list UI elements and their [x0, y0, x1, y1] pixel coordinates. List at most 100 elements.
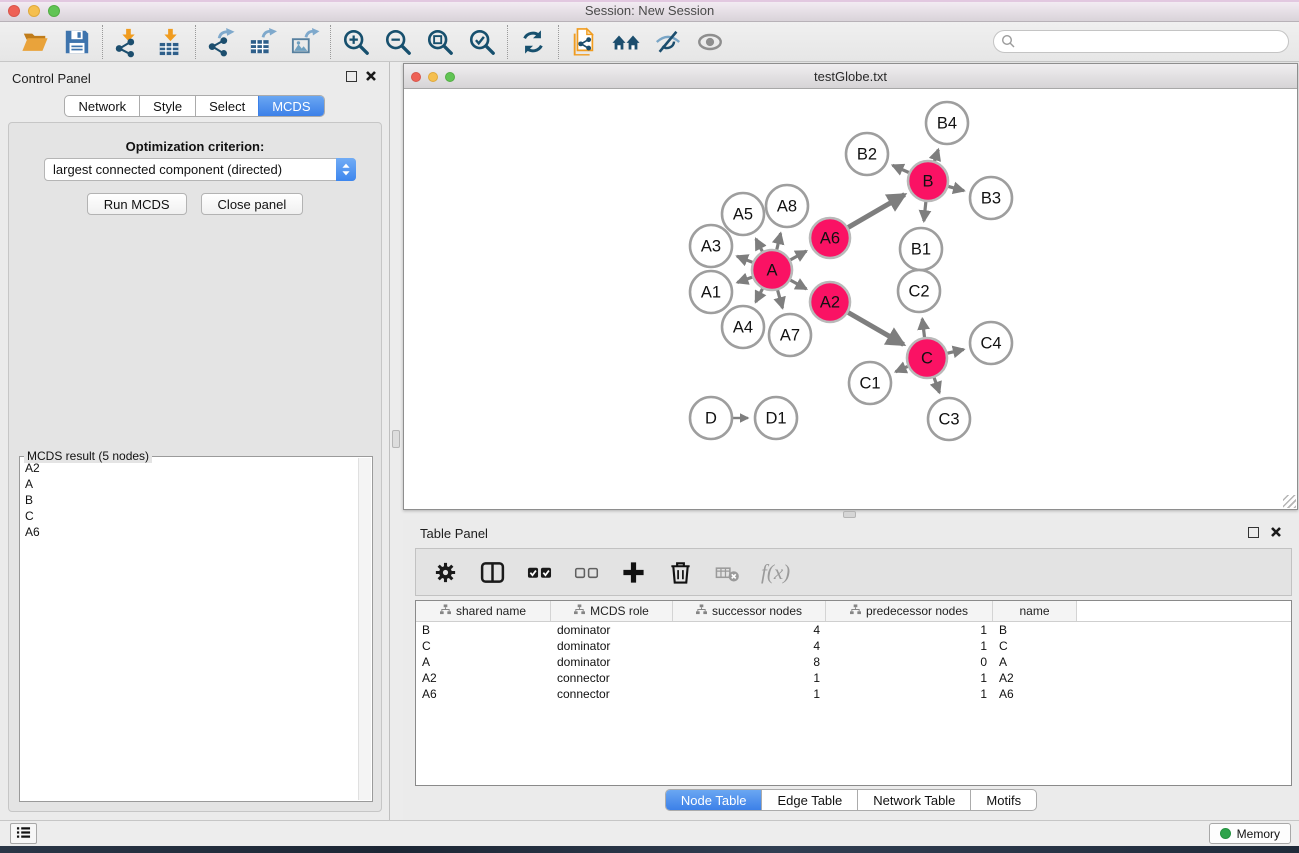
table-float-panel-icon[interactable]	[1248, 527, 1259, 538]
table-cell[interactable]: A	[993, 655, 1077, 669]
node-B[interactable]: B	[908, 161, 948, 201]
tab-node-table[interactable]: Node Table	[666, 790, 762, 810]
node-A6[interactable]: A6	[810, 218, 850, 258]
table-cell[interactable]: dominator	[551, 655, 673, 669]
edge-B-B2[interactable]	[893, 165, 909, 172]
table-close-panel-icon[interactable]	[1270, 526, 1282, 538]
hide-details-icon[interactable]	[653, 27, 683, 57]
show-details-icon[interactable]	[695, 27, 725, 57]
memory-button[interactable]: Memory	[1209, 823, 1291, 844]
node-C4[interactable]: C4	[970, 322, 1012, 364]
export-network-icon[interactable]	[206, 27, 236, 57]
edge-C-C4[interactable]	[947, 349, 963, 353]
node-B4[interactable]: B4	[926, 102, 968, 144]
edge-A-A3[interactable]	[737, 256, 752, 262]
node-A8[interactable]: A8	[766, 185, 808, 227]
table-row[interactable]: Cdominator41C	[416, 638, 1291, 654]
table-row[interactable]: A2connector11A2	[416, 670, 1291, 686]
result-item[interactable]: C	[21, 508, 357, 524]
table-cell[interactable]: 0	[826, 655, 993, 669]
edge-A-A1[interactable]	[737, 277, 752, 282]
edge-C-C2[interactable]	[922, 319, 924, 337]
edge-A-A2[interactable]	[790, 280, 806, 289]
tab-style[interactable]: Style	[139, 96, 195, 116]
node-C3[interactable]: C3	[928, 398, 970, 440]
table-cell[interactable]: C	[993, 639, 1077, 653]
table-cell[interactable]: 4	[673, 623, 826, 637]
table-cell[interactable]: A6	[993, 687, 1077, 701]
network-canvas[interactable]: AA1A2A3A4A5A6A7A8BB1B2B3B4CC1C2C3C4DD1	[404, 89, 1297, 509]
node-A1[interactable]: A1	[690, 271, 732, 313]
table-cell[interactable]: C	[416, 639, 551, 653]
table-row[interactable]: Bdominator41B	[416, 622, 1291, 638]
node-D[interactable]: D	[690, 397, 732, 439]
node-C2[interactable]: C2	[898, 270, 940, 312]
homes-icon[interactable]	[611, 27, 641, 57]
table-cell[interactable]: A	[416, 655, 551, 669]
result-item[interactable]: A	[21, 476, 357, 492]
edge-A-A5[interactable]	[756, 239, 762, 251]
result-item[interactable]: B	[21, 492, 357, 508]
edge-B-B4[interactable]	[935, 150, 939, 161]
zoom-selected-icon[interactable]	[467, 27, 497, 57]
result-scrollbar[interactable]	[358, 458, 371, 800]
tab-network[interactable]: Network	[65, 96, 139, 116]
table-cell[interactable]: 4	[673, 639, 826, 653]
save-session-icon[interactable]	[62, 27, 92, 57]
tab-edge-table[interactable]: Edge Table	[761, 790, 857, 810]
network-graph[interactable]: AA1A2A3A4A5A6A7A8BB1B2B3B4CC1C2C3C4DD1	[404, 89, 1297, 509]
column-header-mcds-role[interactable]: MCDS role	[551, 601, 673, 621]
table-cell[interactable]: A6	[416, 687, 551, 701]
column-header-shared-name[interactable]: shared name	[416, 601, 551, 621]
open-file-icon[interactable]	[20, 27, 50, 57]
node-C1[interactable]: C1	[849, 362, 891, 404]
run-mcds-button[interactable]: Run MCDS	[87, 193, 187, 215]
result-item[interactable]: A2	[21, 460, 357, 476]
column-header-name[interactable]: name	[993, 601, 1077, 621]
table-cell[interactable]: 1	[826, 671, 993, 685]
node-A3[interactable]: A3	[690, 225, 732, 267]
node-D1[interactable]: D1	[755, 397, 797, 439]
tab-select[interactable]: Select	[195, 96, 258, 116]
tab-network-table[interactable]: Network Table	[857, 790, 970, 810]
tab-motifs[interactable]: Motifs	[970, 790, 1036, 810]
table-cell[interactable]: 1	[673, 671, 826, 685]
table-cell[interactable]: connector	[551, 687, 673, 701]
table-cell[interactable]: B	[416, 623, 551, 637]
mcds-result-list[interactable]: A2ABCA6	[21, 460, 357, 800]
zoom-fit-icon[interactable]	[425, 27, 455, 57]
edge-A-A4[interactable]	[756, 289, 763, 302]
edge-A-A7[interactable]	[778, 290, 783, 308]
table-cell[interactable]: 1	[673, 687, 826, 701]
add-column-icon[interactable]	[620, 559, 646, 585]
table-cell[interactable]: 8	[673, 655, 826, 669]
function-builder-icon[interactable]: f(x)	[761, 560, 790, 585]
resize-grip-icon[interactable]	[1283, 495, 1296, 508]
export-image-icon[interactable]	[290, 27, 320, 57]
split-columns-icon[interactable]	[479, 559, 505, 585]
edge-A6-B[interactable]	[848, 195, 905, 228]
table-cell[interactable]: B	[993, 623, 1077, 637]
node-A7[interactable]: A7	[769, 314, 811, 356]
edge-C-C1[interactable]	[896, 366, 908, 371]
node-B2[interactable]: B2	[846, 133, 888, 175]
close-panel-button[interactable]: Close panel	[201, 193, 304, 215]
result-item[interactable]: A6	[21, 524, 357, 540]
table-row[interactable]: A6connector11A6	[416, 686, 1291, 702]
node-A5[interactable]: A5	[722, 193, 764, 235]
zoom-in-icon[interactable]	[341, 27, 371, 57]
edge-A-A6[interactable]	[790, 251, 806, 260]
table-cell[interactable]: A2	[993, 671, 1077, 685]
network-window-titlebar[interactable]: testGlobe.txt	[404, 64, 1297, 89]
import-network-icon[interactable]	[113, 27, 143, 57]
table-cell[interactable]: dominator	[551, 639, 673, 653]
table-cell[interactable]: 1	[826, 687, 993, 701]
refresh-layout-icon[interactable]	[518, 27, 548, 57]
table-cell[interactable]: connector	[551, 671, 673, 685]
float-panel-icon[interactable]	[346, 71, 357, 82]
table-cell[interactable]: dominator	[551, 623, 673, 637]
optimization-criterion-dropdown[interactable]: largest connected component (directed)	[44, 158, 356, 181]
table-row[interactable]: Adominator80A	[416, 654, 1291, 670]
table-cell[interactable]: A2	[416, 671, 551, 685]
gear-icon[interactable]	[432, 559, 458, 585]
